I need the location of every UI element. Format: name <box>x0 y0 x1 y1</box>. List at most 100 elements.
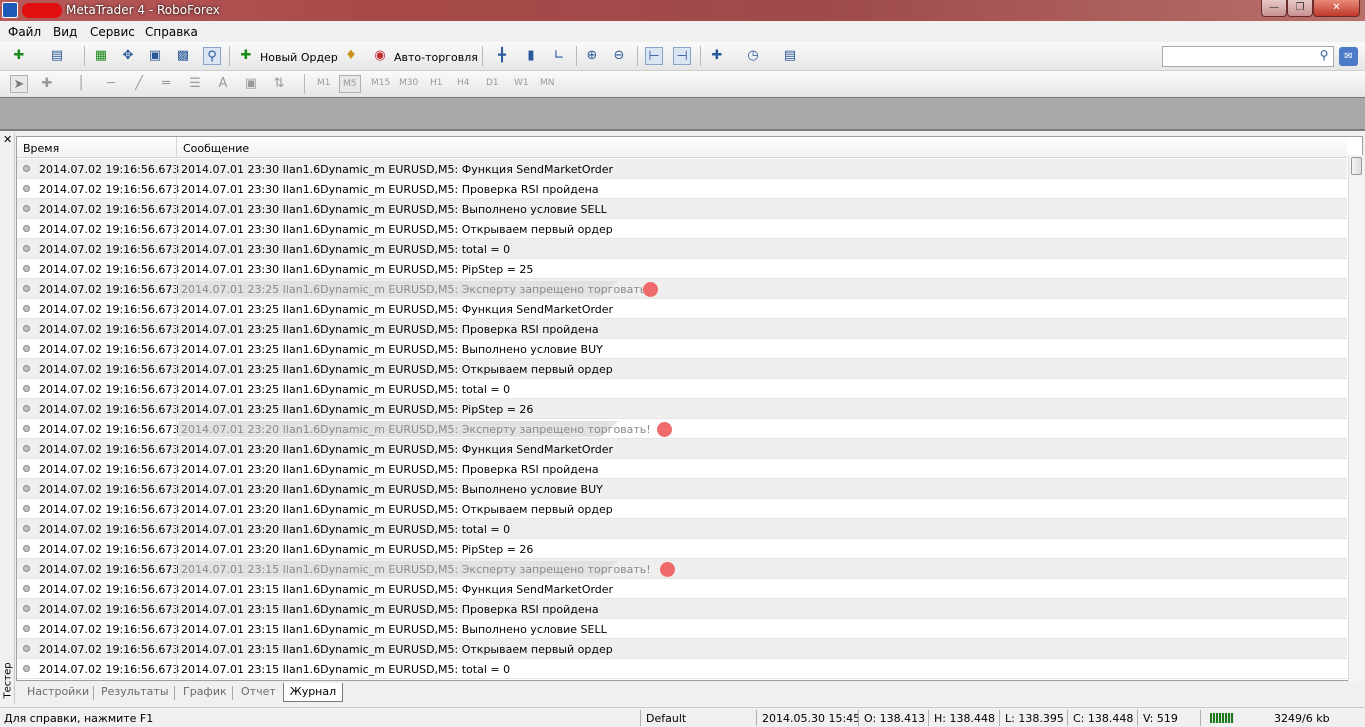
timeframe-d1[interactable]: D1 <box>486 78 499 88</box>
market-watch-icon[interactable]: ▦ <box>92 47 110 65</box>
table-row[interactable]: 2014.07.02 19:16:56.673 2014.07.01 23:30 … <box>17 199 1347 219</box>
log-level-icon <box>23 485 30 492</box>
title-bar: MetaTrader 4 - RoboForex — ❐ ✕ <box>0 0 1365 21</box>
status-high: H: 138.448 <box>934 712 995 725</box>
journal-rows: 2014.07.02 19:16:56.673 2014.07.01 23:30 … <box>17 159 1347 682</box>
table-row[interactable]: 2014.07.02 19:16:56.673 2014.07.01 23:30 … <box>17 259 1347 279</box>
zoom-out-icon[interactable]: ⊖ <box>610 47 628 65</box>
row-time: 2014.07.02 19:16:56.673 <box>39 643 180 656</box>
bar-chart-icon[interactable]: ╋ <box>493 47 511 65</box>
timeframe-m5[interactable]: M5 <box>339 75 361 93</box>
table-row[interactable]: 2014.07.02 19:16:56.673 2014.07.01 23:15 … <box>17 639 1347 659</box>
fibonacci-icon[interactable]: ☰ <box>186 75 204 93</box>
text-label-icon[interactable]: ▣ <box>242 75 260 93</box>
table-row[interactable]: 2014.07.02 19:16:56.673 2014.07.01 23:15 … <box>17 659 1347 679</box>
timeframe-w1[interactable]: W1 <box>514 78 529 88</box>
tab-graph[interactable]: График <box>183 685 227 698</box>
menu-help[interactable]: Справка <box>145 25 198 39</box>
line-chart-icon[interactable]: ∟ <box>550 47 568 65</box>
terminal-icon[interactable]: ▩ <box>174 47 192 65</box>
table-row[interactable]: 2014.07.02 19:16:56.673 2014.07.01 23:25 … <box>17 279 1347 299</box>
table-row[interactable]: 2014.07.02 19:16:56.673 2014.07.01 23:25 … <box>17 339 1347 359</box>
table-row[interactable]: 2014.07.02 19:16:56.673 2014.07.01 23:30 … <box>17 179 1347 199</box>
crosshair-icon[interactable]: ✚ <box>38 75 56 93</box>
auto-trading-icon[interactable]: ◉ <box>371 47 389 65</box>
table-row[interactable]: 2014.07.02 19:16:56.673 2014.07.01 23:25 … <box>17 319 1347 339</box>
table-row[interactable]: 2014.07.02 19:16:56.673 2014.07.01 23:15 … <box>17 559 1347 579</box>
indicators-icon[interactable]: ✚ <box>708 47 726 65</box>
minimize-button[interactable]: — <box>1261 0 1287 17</box>
new-order-icon[interactable]: ✚ <box>237 47 255 65</box>
periods-icon[interactable]: ◷ <box>744 47 762 65</box>
equidistant-channel-icon[interactable]: ═ <box>157 75 175 93</box>
table-row[interactable]: 2014.07.02 19:16:56.673 2014.07.01 23:25 … <box>17 379 1347 399</box>
maximize-button[interactable]: ❐ <box>1287 0 1313 17</box>
tab-results[interactable]: Результаты <box>101 685 169 698</box>
table-row[interactable]: 2014.07.02 19:16:56.673 2014.07.01 23:25 … <box>17 359 1347 379</box>
arrows-icon[interactable]: ⇅ <box>270 75 288 93</box>
table-row[interactable]: 2014.07.02 19:16:56.673 2014.07.01 23:15 … <box>17 599 1347 619</box>
text-icon[interactable]: A <box>214 75 232 93</box>
timeframe-m15[interactable]: M15 <box>371 78 390 88</box>
close-window-button[interactable]: ✕ <box>1313 0 1360 17</box>
tab-report[interactable]: Отчет <box>241 685 276 698</box>
timeframe-h1[interactable]: H1 <box>430 78 443 88</box>
table-row[interactable]: 2014.07.02 19:16:56.673 2014.07.01 23:30 … <box>17 219 1347 239</box>
chart-shift-icon[interactable]: ⊣ <box>673 47 691 65</box>
table-row[interactable]: 2014.07.02 19:16:56.673 2014.07.01 23:15 … <box>17 619 1347 639</box>
menu-view[interactable]: Вид <box>53 25 77 39</box>
navigator-icon[interactable]: ✥ <box>119 47 137 65</box>
vertical-scrollbar[interactable] <box>1348 155 1364 682</box>
cursor-icon[interactable]: ➤ <box>10 75 28 93</box>
log-level-icon <box>23 185 30 192</box>
table-row[interactable]: 2014.07.02 19:16:56.673 2014.07.01 23:20 … <box>17 539 1347 559</box>
profiles-icon[interactable]: ▤ <box>48 47 66 65</box>
log-level-icon <box>23 405 30 412</box>
trendline-icon[interactable]: ╱ <box>130 75 148 93</box>
status-help: Для справки, нажмите F1 <box>4 712 154 725</box>
menu-file[interactable]: Файл <box>8 25 41 39</box>
expert-editor-icon[interactable]: ♦ <box>342 47 360 65</box>
row-message: 2014.07.01 23:25 Ilan1.6Dynamic_m EURUSD… <box>181 283 651 296</box>
timeframe-h4[interactable]: H4 <box>457 78 470 88</box>
table-row[interactable]: 2014.07.02 19:16:56.673 2014.07.01 23:30 … <box>17 239 1347 259</box>
close-panel-icon[interactable]: ✕ <box>3 133 12 146</box>
mailbox-icon[interactable]: ✉ <box>1339 47 1358 66</box>
table-row[interactable]: 2014.07.02 19:16:56.673 2014.07.01 23:20 … <box>17 519 1347 539</box>
new-chart-icon[interactable]: ✚ <box>10 47 28 65</box>
menu-service[interactable]: Сервис <box>90 25 135 39</box>
status-open: O: 138.413 <box>864 712 926 725</box>
data-window-icon[interactable]: ▣ <box>146 47 164 65</box>
search-input[interactable] <box>1162 46 1334 67</box>
tab-journal[interactable]: Журнал <box>283 683 343 702</box>
auto-trading-button[interactable]: Авто-торговля <box>394 51 478 64</box>
column-header-message[interactable]: Сообщение <box>183 142 249 155</box>
tab-settings[interactable]: Настройки <box>27 685 89 698</box>
table-row[interactable]: 2014.07.02 19:16:56.673 2014.07.01 23:20 … <box>17 479 1347 499</box>
table-row[interactable]: 2014.07.02 19:16:56.673 2014.07.01 23:20 … <box>17 459 1347 479</box>
search-icon[interactable]: ⚲ <box>1316 48 1332 64</box>
table-row[interactable]: 2014.07.02 19:16:56.673 2014.07.01 23:20 … <box>17 419 1347 439</box>
table-row[interactable]: 2014.07.02 19:16:56.673 2014.07.01 23:25 … <box>17 399 1347 419</box>
column-header-time[interactable]: Время <box>23 142 59 155</box>
timeframe-m30[interactable]: M30 <box>399 78 418 88</box>
table-row[interactable]: 2014.07.02 19:16:56.673 2014.07.01 23:20 … <box>17 499 1347 519</box>
table-row[interactable]: 2014.07.02 19:16:56.673 2014.07.01 23:20 … <box>17 439 1347 459</box>
row-time: 2014.07.02 19:16:56.673 <box>39 523 180 536</box>
table-row[interactable]: 2014.07.02 19:16:56.673 2014.07.01 23:15 … <box>17 579 1347 599</box>
zoom-in-icon[interactable]: ⊕ <box>583 47 601 65</box>
row-message: 2014.07.01 23:20 Ilan1.6Dynamic_m EURUSD… <box>181 523 511 536</box>
timeframe-mn[interactable]: MN <box>540 78 555 88</box>
tester-icon[interactable]: ⚲ <box>203 47 221 65</box>
status-volume: V: 519 <box>1143 712 1178 725</box>
table-row[interactable]: 2014.07.02 19:16:56.673 2014.07.01 23:30 … <box>17 159 1347 179</box>
new-order-button[interactable]: Новый Ордер <box>260 51 338 64</box>
table-row[interactable]: 2014.07.02 19:16:56.673 2014.07.01 23:25 … <box>17 299 1347 319</box>
candlesticks-icon[interactable]: ▮ <box>522 47 540 65</box>
timeframe-m1[interactable]: M1 <box>317 78 331 88</box>
templates-icon[interactable]: ▤ <box>781 47 799 65</box>
vertical-line-icon[interactable]: │ <box>72 75 90 93</box>
horizontal-line-icon[interactable]: ─ <box>102 75 120 93</box>
auto-scroll-icon[interactable]: ⊢ <box>645 47 663 65</box>
scrollbar-thumb[interactable] <box>1351 157 1362 175</box>
